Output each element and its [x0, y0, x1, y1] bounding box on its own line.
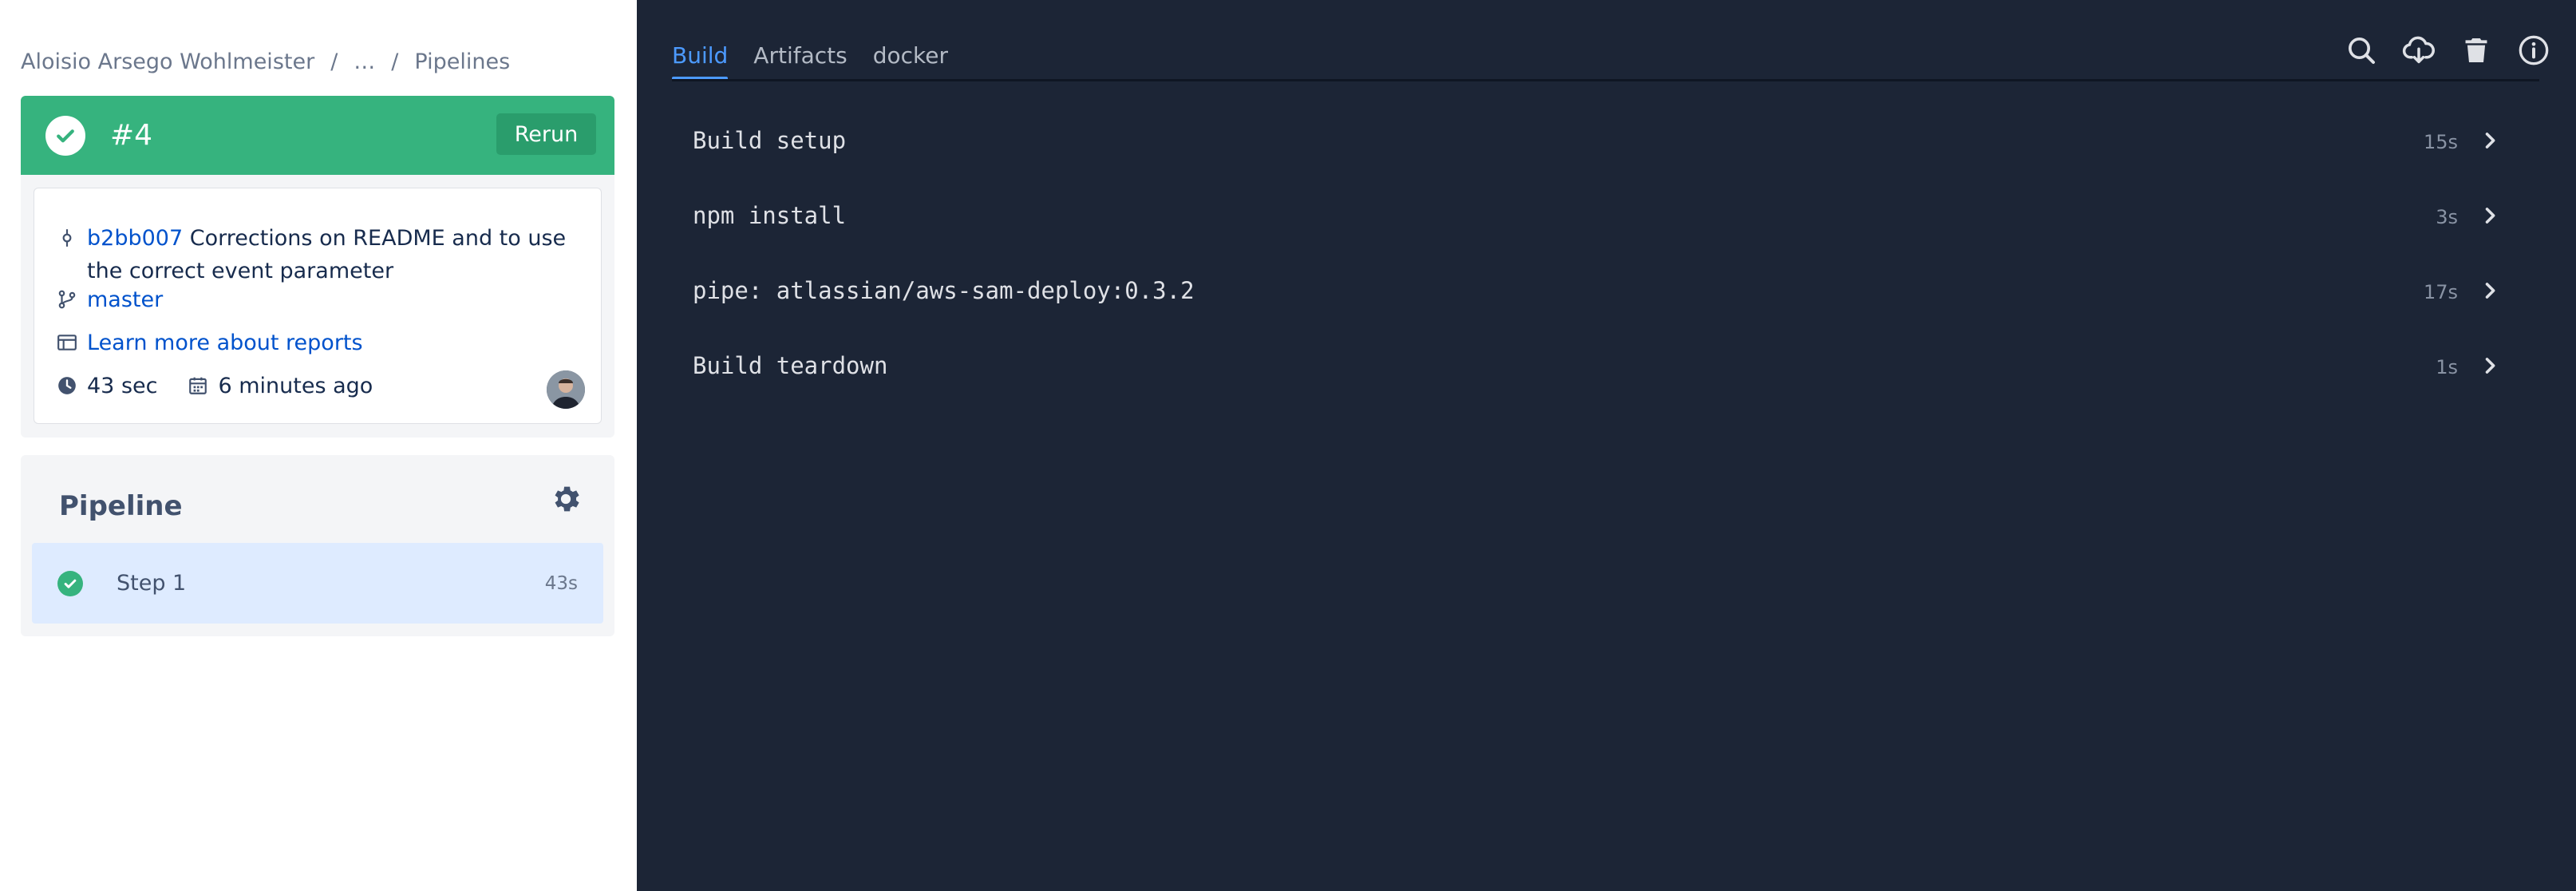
chevron-right-icon: [2485, 283, 2495, 299]
trash-icon[interactable]: [2448, 30, 2505, 70]
log-step-row[interactable]: Build setup 15s: [693, 105, 2506, 180]
rerun-button[interactable]: Rerun: [496, 113, 596, 155]
log-step-row[interactable]: Build teardown 1s: [693, 331, 2506, 406]
build-number: #4: [110, 119, 153, 152]
tab-artifacts[interactable]: Artifacts: [753, 37, 847, 75]
chevron-right-icon: [2485, 358, 2495, 374]
calendar-icon: [189, 377, 207, 394]
chevron-right-icon: [2485, 208, 2495, 224]
chevron-right-icon: [2485, 133, 2495, 148]
commit-row: b2bb007 Corrections on README and to use…: [57, 222, 583, 287]
breadcrumb-separator: /: [330, 49, 338, 74]
time-ago-item: 6 minutes ago: [188, 370, 373, 402]
pipeline-step-item[interactable]: Step 1 43s: [32, 543, 603, 624]
log-step-name: Build setup: [693, 127, 847, 154]
info-icon[interactable]: [2505, 30, 2562, 70]
tab-build[interactable]: Build: [672, 37, 729, 81]
log-toolbar: [2333, 30, 2562, 70]
log-step-row[interactable]: npm install 3s: [693, 180, 2506, 255]
gear-icon[interactable]: [547, 481, 584, 517]
tab-docker[interactable]: docker: [873, 37, 948, 75]
branch-row: master: [57, 283, 163, 316]
branch-link[interactable]: master: [87, 283, 163, 316]
log-step-name: npm install: [693, 202, 847, 229]
reports-row: Learn more about reports: [57, 327, 363, 359]
build-meta-row: 43 sec 6 minutes ago: [57, 370, 403, 402]
log-step-row[interactable]: pipe: atlassian/aws-sam-deploy:0.3.2 17s: [693, 255, 2506, 331]
breadcrumb-workspace[interactable]: Aloisio Arsego Wohlmeister: [21, 50, 314, 74]
log-step-name: pipe: atlassian/aws-sam-deploy:0.3.2: [693, 277, 1195, 304]
step-success-icon: [57, 571, 83, 596]
step-duration: 43s: [544, 573, 578, 594]
log-step-duration: 1s: [2436, 356, 2458, 378]
tab-divider: [672, 79, 2539, 81]
build-time-ago: 6 minutes ago: [218, 374, 373, 398]
breadcrumb: Aloisio Arsego Wohlmeister / … / Pipelin…: [21, 45, 510, 78]
breadcrumb-separator: /: [391, 49, 399, 74]
search-icon[interactable]: [2333, 30, 2390, 70]
log-step-duration: 3s: [2436, 206, 2458, 228]
log-step-duration: 15s: [2423, 131, 2458, 153]
download-cloud-icon[interactable]: [2390, 30, 2448, 70]
reports-icon: [57, 335, 77, 350]
user-avatar-icon: [547, 370, 585, 409]
breadcrumb-ellipsis[interactable]: …: [354, 50, 375, 74]
build-info-card: b2bb007 Corrections on README and to use…: [34, 188, 602, 424]
clock-icon: [58, 377, 76, 394]
breadcrumb-pipelines[interactable]: Pipelines: [414, 50, 510, 74]
commit-hash-link[interactable]: b2bb007: [87, 226, 183, 251]
branch-icon: [58, 290, 76, 309]
duration-item: 43 sec: [57, 370, 157, 402]
commit-text: b2bb007 Corrections on README and to use…: [87, 222, 583, 287]
pipeline-panel: Pipeline Step 1 43s: [21, 455, 614, 636]
build-duration: 43 sec: [87, 374, 158, 398]
pipeline-title: Pipeline: [59, 490, 183, 522]
log-panel: Build Artifacts docker Build setup 15s n…: [637, 0, 2576, 891]
commit-icon: [62, 229, 72, 247]
avatar[interactable]: [547, 370, 585, 409]
step-label: Step 1: [117, 571, 187, 596]
success-check-icon: [45, 116, 85, 156]
build-info-panel: b2bb007 Corrections on README and to use…: [21, 175, 614, 438]
build-status-header: #4 Rerun: [21, 96, 614, 175]
build-sidebar: Aloisio Arsego Wohlmeister / … / Pipelin…: [0, 0, 637, 891]
log-step-duration: 17s: [2423, 281, 2458, 303]
log-tabs: Build Artifacts docker: [672, 37, 974, 81]
build-steps-list: Build setup 15s npm install 3s pipe: atl…: [693, 105, 2506, 406]
learn-more-reports-link[interactable]: Learn more about reports: [87, 327, 363, 359]
log-step-name: Build teardown: [693, 352, 888, 379]
